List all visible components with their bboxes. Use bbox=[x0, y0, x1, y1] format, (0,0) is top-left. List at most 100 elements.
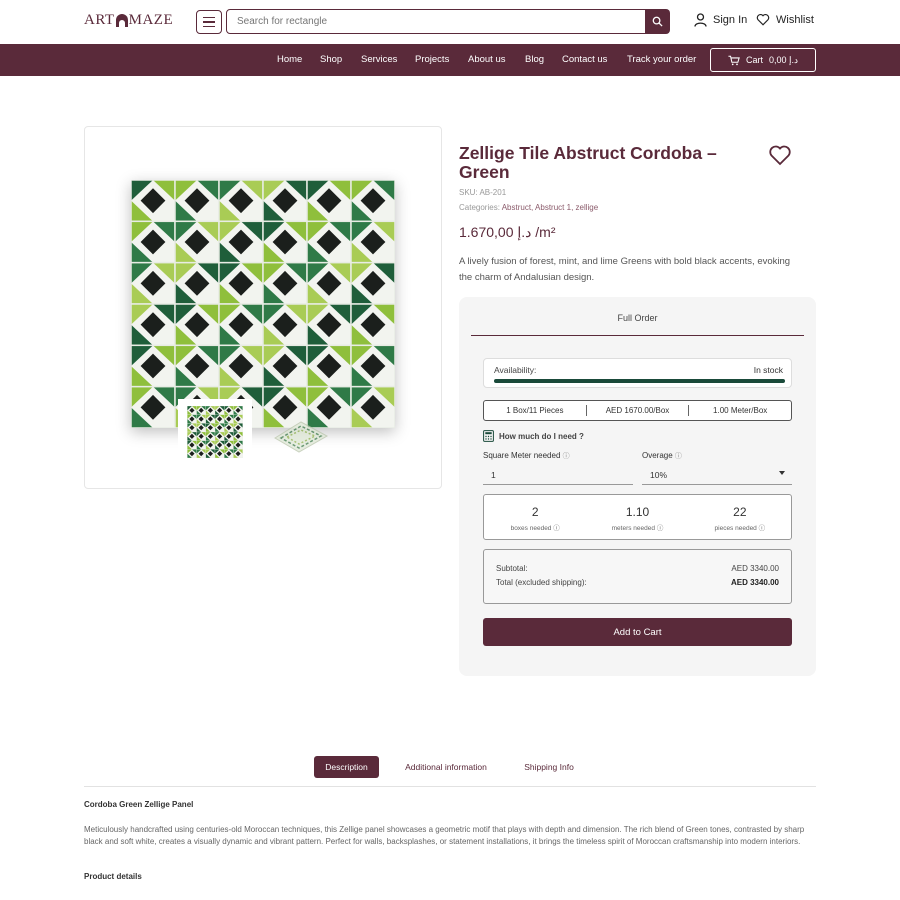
boxes-needed-caption: boxes needed ⓘ bbox=[510, 525, 560, 532]
sqm-label: Square Meter needed ⓘ bbox=[483, 451, 570, 461]
product-price: د.إ 1.670,00 /m² bbox=[459, 224, 556, 240]
info-icon[interactable]: ⓘ bbox=[563, 453, 570, 460]
hamburger-line bbox=[203, 21, 215, 23]
nav-home[interactable]: Home bbox=[277, 54, 302, 65]
product-image[interactable] bbox=[130, 179, 396, 429]
product-short-description: A lively fusion of forest, mint, and lim… bbox=[459, 256, 791, 283]
caption-text: pieces needed bbox=[714, 525, 757, 532]
overage-label-text: Overage bbox=[642, 451, 673, 460]
main-nav: Home Shop Services Projects About us Blo… bbox=[0, 44, 900, 76]
results-box: 2 boxes needed ⓘ 1.10 meters needed ⓘ 22… bbox=[483, 494, 792, 540]
product-categories: Categories: Abstruct, Abstruct 1, zellig… bbox=[459, 203, 598, 212]
order-calculator: Full Order Availability: In stock 1 Box/… bbox=[459, 297, 816, 676]
pieces-needed-caption: pieces needed ⓘ bbox=[714, 525, 766, 532]
subtotal-value: AED 3340.00 bbox=[731, 564, 779, 573]
hamburger-line bbox=[203, 25, 215, 28]
description-heading: Cordoba Green Zellige Panel bbox=[84, 800, 194, 809]
description-body: Meticulously handcrafted using centuries… bbox=[84, 825, 805, 846]
how-much-label: How much do I need ? bbox=[499, 431, 584, 441]
search-button[interactable] bbox=[645, 9, 670, 34]
product-title: Zellige Tile Abstruct Cordoba – Green bbox=[459, 143, 717, 182]
tab-shipping-info[interactable]: Shipping Info bbox=[516, 756, 582, 778]
total-value: AED 3340.00 bbox=[730, 578, 779, 587]
pack-price: AED 1670.00/Box bbox=[605, 406, 670, 415]
add-to-cart-button[interactable]: Add to Cart bbox=[483, 618, 792, 646]
tab-full-order[interactable]: Full Order bbox=[471, 313, 804, 336]
cart-label: Cart bbox=[745, 55, 763, 65]
stock-bar-fill bbox=[494, 379, 785, 383]
sku-label: SKU: bbox=[459, 188, 478, 197]
caption-text: meters needed bbox=[611, 525, 656, 532]
heart-icon bbox=[756, 13, 770, 26]
product-details-heading: Product details bbox=[84, 872, 142, 881]
thumbnail-perspective-image bbox=[274, 421, 329, 453]
result-meters: 1.10 meters needed ⓘ bbox=[586, 495, 688, 539]
wishlist-link[interactable]: Wishlist bbox=[756, 13, 814, 26]
sign-in-link[interactable]: Sign In bbox=[694, 13, 747, 27]
heart-icon bbox=[769, 145, 791, 166]
subtotal-label: Subtotal: bbox=[496, 564, 528, 573]
info-icon[interactable]: ⓘ bbox=[675, 453, 682, 460]
hamburger-line bbox=[203, 16, 215, 19]
total-row: Total (excluded shipping): AED 3340.00 bbox=[496, 578, 779, 587]
result-boxes: 2 boxes needed ⓘ bbox=[484, 495, 586, 539]
nav-projects[interactable]: Projects bbox=[415, 54, 449, 65]
search-input[interactable] bbox=[226, 9, 646, 34]
nav-about[interactable]: About us bbox=[468, 54, 506, 65]
product-tabs: Description Additional information Shipp… bbox=[84, 756, 816, 787]
totals-box: Subtotal: AED 3340.00 Total (excluded sh… bbox=[483, 549, 792, 604]
availability-box: Availability: In stock bbox=[483, 358, 792, 388]
availability-label: Availability: bbox=[494, 365, 537, 375]
pieces-needed-value: 22 bbox=[733, 505, 747, 519]
meters-needed-value: 1.10 bbox=[625, 505, 650, 519]
tab-description[interactable]: Description bbox=[314, 756, 379, 778]
how-much-link[interactable]: How much do I need ? bbox=[483, 430, 584, 442]
overage-label: Overage ⓘ bbox=[642, 451, 682, 461]
chevron-down-icon[interactable] bbox=[779, 471, 785, 475]
overage-select[interactable]: 10% bbox=[642, 465, 792, 485]
thumbnail-1[interactable] bbox=[178, 399, 252, 465]
zellige-tile-image bbox=[130, 179, 396, 429]
product-sku: SKU: AB-201 bbox=[459, 188, 506, 197]
tab-additional-information[interactable]: Additional information bbox=[396, 756, 496, 778]
categories-label: Categories: bbox=[459, 203, 500, 212]
thumbnail-tile-image bbox=[187, 406, 243, 458]
logo-text-left: ART bbox=[84, 12, 115, 28]
sqm-label-text: Square Meter needed bbox=[483, 451, 561, 460]
stock-bar bbox=[494, 379, 785, 383]
top-header: ART MAZE Sign In Wishlist bbox=[0, 0, 900, 44]
logo-text-right: MAZE bbox=[128, 12, 174, 28]
meters-needed-caption: meters needed ⓘ bbox=[611, 525, 664, 532]
nav-blog[interactable]: Blog bbox=[525, 54, 544, 65]
subtotal-row: Subtotal: AED 3340.00 bbox=[496, 564, 779, 573]
user-icon bbox=[694, 13, 707, 27]
pack-meters: 1.00 Meter/Box bbox=[713, 406, 768, 415]
logo[interactable]: ART MAZE bbox=[84, 12, 173, 29]
availability-status: In stock bbox=[753, 365, 783, 375]
logo-arch-icon bbox=[115, 14, 128, 27]
search-icon bbox=[652, 16, 663, 27]
categories-links[interactable]: Abstruct, Abstruct 1, zellige bbox=[502, 203, 599, 212]
cart-amount: د.إ 0,00 bbox=[768, 54, 799, 65]
nav-contact[interactable]: Contact us bbox=[562, 54, 607, 65]
pack-pieces: 1 Box/11 Pieces bbox=[506, 406, 564, 415]
total-label: Total (excluded shipping): bbox=[496, 578, 587, 587]
sqm-input[interactable] bbox=[483, 465, 633, 485]
product-image-card bbox=[84, 126, 442, 489]
nav-track-order[interactable]: Track your order bbox=[627, 54, 696, 65]
cart-icon bbox=[728, 55, 740, 65]
menu-button[interactable] bbox=[196, 10, 222, 34]
pack-info: 1 Box/11 Pieces AED 1670.00/Box 1.00 Met… bbox=[483, 400, 792, 421]
caption-text: boxes needed bbox=[510, 525, 552, 532]
sku-value: AB-201 bbox=[479, 188, 507, 197]
result-pieces: 22 pieces needed ⓘ bbox=[689, 495, 791, 539]
add-to-wishlist-button[interactable] bbox=[768, 144, 792, 171]
boxes-needed-value: 2 bbox=[531, 505, 539, 519]
cart-button[interactable]: Cart د.إ 0,00 bbox=[710, 48, 816, 72]
nav-services[interactable]: Services bbox=[361, 54, 397, 65]
nav-shop[interactable]: Shop bbox=[320, 54, 342, 65]
sign-in-label: Sign In bbox=[713, 14, 748, 26]
wishlist-label: Wishlist bbox=[776, 13, 814, 26]
calculator-icon bbox=[483, 430, 494, 442]
thumbnail-2[interactable] bbox=[263, 407, 335, 465]
